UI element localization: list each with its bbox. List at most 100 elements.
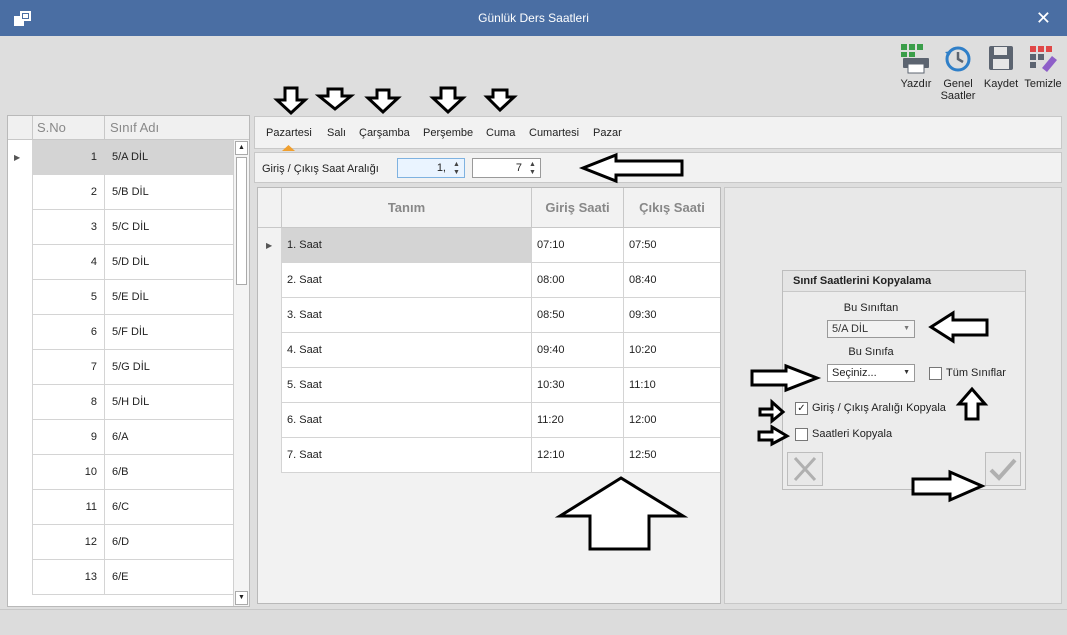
class-grid-scrollbar[interactable]: ▲ ▼ (233, 140, 249, 606)
row-indicator (258, 333, 281, 368)
spin-down-icon[interactable]: ▼ (451, 168, 462, 177)
table-row[interactable]: 5 5/E DİL (8, 280, 233, 315)
cell-tanim[interactable]: 5. Saat (281, 368, 531, 403)
cell-giris[interactable]: 10:30 (531, 368, 623, 403)
cell-cikis[interactable]: 12:50 (623, 438, 720, 473)
copy-hours-checkbox[interactable] (795, 428, 808, 441)
row-indicator (8, 455, 32, 490)
row-class-name: 5/F DİL (104, 315, 233, 350)
cell-tanim[interactable]: 7. Saat (281, 438, 531, 473)
row-class-name: 5/D DİL (104, 245, 233, 280)
print-label: Yazdır (900, 78, 932, 90)
table-row[interactable]: 2 5/B DİL (8, 175, 233, 210)
tab-carsamba[interactable]: Çarşamba (359, 127, 410, 139)
row-indicator (8, 280, 32, 315)
table-row[interactable]: 7. Saat 12:10 12:50 (258, 438, 720, 473)
from-class-combo[interactable]: 5/A DİL ▼ (827, 320, 915, 338)
table-row[interactable]: 9 6/A (8, 420, 233, 455)
scroll-thumb[interactable] (236, 157, 247, 285)
table-row[interactable]: 13 6/E (8, 560, 233, 595)
floppy-disk-icon (989, 46, 1013, 70)
row-sno: 7 (32, 350, 104, 385)
cell-giris[interactable]: 08:50 (531, 298, 623, 333)
cell-giris[interactable]: 09:40 (531, 333, 623, 368)
cell-cikis[interactable]: 07:50 (623, 228, 720, 263)
save-label: Kaydet (983, 78, 1019, 90)
range-label: Giriş / Çıkış Saat Aralığı (262, 163, 379, 175)
cell-cikis[interactable]: 12:00 (623, 403, 720, 438)
cell-tanim[interactable]: 6. Saat (281, 403, 531, 438)
row-sno: 11 (32, 490, 104, 525)
table-row[interactable]: 12 6/D (8, 525, 233, 560)
tab-sali[interactable]: Salı (327, 127, 346, 139)
table-row[interactable]: 11 6/C (8, 490, 233, 525)
save-button[interactable]: Kaydet (979, 44, 1023, 90)
to-class-value: Seçiniz... (832, 367, 877, 379)
header-class-name[interactable]: Sınıf Adı (104, 116, 233, 140)
row-class-name: 6/A (104, 420, 233, 455)
from-class-label: Bu Sınıftan (843, 302, 899, 314)
cell-cikis[interactable]: 09:30 (623, 298, 720, 333)
table-row[interactable]: 4 5/D DİL (8, 245, 233, 280)
tab-persembe[interactable]: Perşembe (423, 127, 473, 139)
cancel-button[interactable] (787, 452, 823, 486)
row-indicator (8, 350, 32, 385)
general-hours-button[interactable]: Genel Saatler (936, 44, 980, 102)
row-sno: 4 (32, 245, 104, 280)
all-classes-checkbox[interactable] (929, 367, 942, 380)
row-indicator (8, 245, 32, 280)
header-tanim[interactable]: Tanım (281, 188, 531, 228)
row-sno: 5 (32, 280, 104, 315)
cell-giris[interactable]: 08:00 (531, 263, 623, 298)
row-sno: 8 (32, 385, 104, 420)
table-row[interactable]: 6. Saat 11:20 12:00 (258, 403, 720, 438)
table-row[interactable]: 8 5/H DİL (8, 385, 233, 420)
table-row[interactable]: 2. Saat 08:00 08:40 (258, 263, 720, 298)
active-tab-indicator (282, 145, 295, 151)
clear-button[interactable]: Temizle (1021, 44, 1065, 90)
class-grid-header: S.No Sınıf Adı (8, 116, 249, 140)
table-row[interactable]: ▶ 1. Saat 07:10 07:50 (258, 228, 720, 263)
cell-tanim[interactable]: 4. Saat (281, 333, 531, 368)
header-giris[interactable]: Giriş Saati (531, 188, 623, 228)
range-to-spinner[interactable]: 7 ▲ ▼ (472, 158, 541, 178)
row-class-name: 6/E (104, 560, 233, 595)
cell-tanim[interactable]: 2. Saat (281, 263, 531, 298)
cell-giris[interactable]: 07:10 (531, 228, 623, 263)
header-cikis[interactable]: Çıkış Saati (623, 188, 720, 228)
tab-pazar[interactable]: Pazar (593, 127, 622, 139)
table-row[interactable]: 3. Saat 08:50 09:30 (258, 298, 720, 333)
tab-cumartesi[interactable]: Cumartesi (529, 127, 579, 139)
row-indicator (258, 298, 281, 333)
cell-tanim[interactable]: 3. Saat (281, 298, 531, 333)
row-sno: 2 (32, 175, 104, 210)
range-from-spinner[interactable]: 1, ▲ ▼ (397, 158, 465, 178)
table-row[interactable]: 5. Saat 10:30 11:10 (258, 368, 720, 403)
tab-cuma[interactable]: Cuma (486, 127, 515, 139)
toolbar: Yazdır Genel Saatler Kaydet Temizle (0, 36, 1067, 112)
scroll-down-icon[interactable]: ▼ (235, 591, 248, 605)
table-row[interactable]: 4. Saat 09:40 10:20 (258, 333, 720, 368)
cell-tanim[interactable]: 1. Saat (281, 228, 531, 263)
to-class-combo[interactable]: Seçiniz... ▼ (827, 364, 915, 382)
header-sno[interactable]: S.No (32, 116, 104, 140)
tab-pazartesi[interactable]: Pazartesi (266, 127, 312, 139)
table-row[interactable]: 3 5/C DİL (8, 210, 233, 245)
table-row[interactable]: ▶ 1 5/A DİL (8, 140, 233, 175)
cell-cikis[interactable]: 08:40 (623, 263, 720, 298)
cell-cikis[interactable]: 10:20 (623, 333, 720, 368)
close-icon[interactable]: ✕ (1036, 8, 1051, 29)
table-row[interactable]: 7 5/G DİL (8, 350, 233, 385)
cell-cikis[interactable]: 11:10 (623, 368, 720, 403)
spin-down-icon[interactable]: ▼ (527, 168, 538, 177)
confirm-copy-button[interactable] (985, 452, 1021, 486)
scroll-up-icon[interactable]: ▲ (235, 141, 248, 155)
table-row[interactable]: 10 6/B (8, 455, 233, 490)
row-indicator (258, 263, 281, 298)
row-indicator (258, 368, 281, 403)
copy-range-checkbox[interactable]: ✓ (795, 402, 808, 415)
cell-giris[interactable]: 11:20 (531, 403, 623, 438)
cell-giris[interactable]: 12:10 (531, 438, 623, 473)
table-row[interactable]: 6 5/F DİL (8, 315, 233, 350)
print-button[interactable]: Yazdır (894, 44, 938, 90)
